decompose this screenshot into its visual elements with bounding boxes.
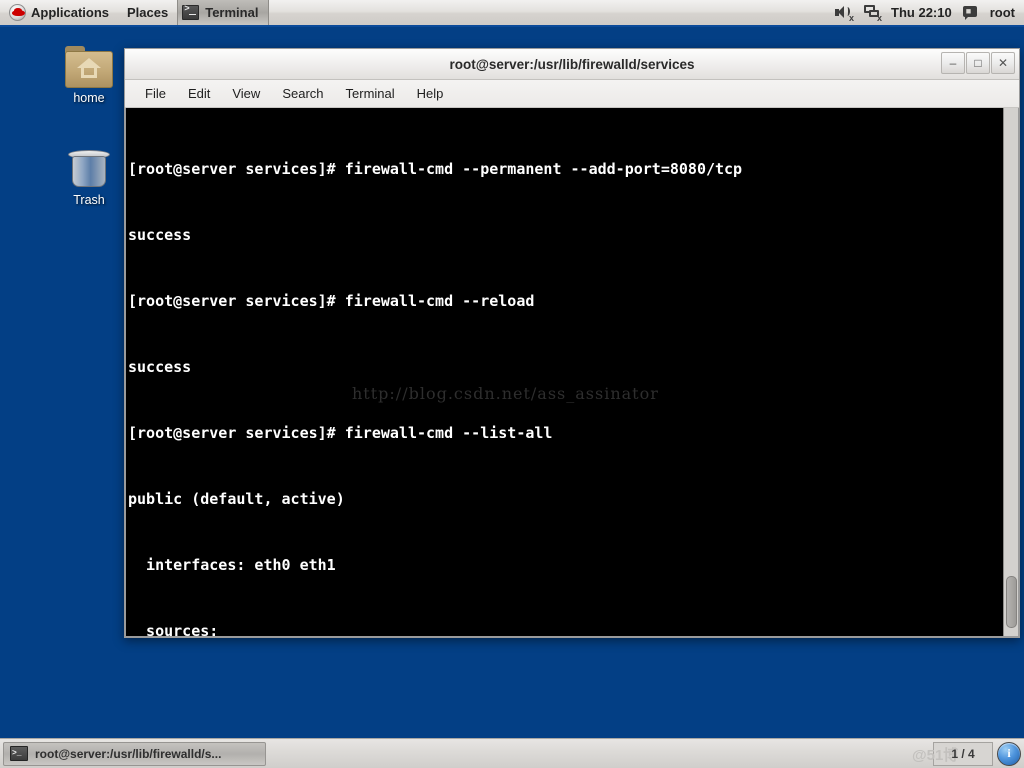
terminal-line: sources: bbox=[128, 622, 228, 637]
window-list-item-terminal[interactable]: Terminal bbox=[177, 0, 270, 25]
home-folder-icon bbox=[65, 46, 113, 88]
desktop-icon-home-label: home bbox=[73, 91, 105, 105]
applications-menu-label: Applications bbox=[31, 5, 110, 20]
terminal-window: root@server:/usr/lib/firewalld/services … bbox=[124, 48, 1020, 638]
top-panel-left: Applications Places Terminal bbox=[0, 0, 270, 25]
taskbar-item-label: root@server:/usr/lib/firewalld/s... bbox=[35, 746, 222, 761]
terminal-body[interactable]: http://blog.csdn.net/ass_assinator [root… bbox=[125, 108, 1019, 637]
desktop-icon-trash-label: Trash bbox=[73, 193, 105, 207]
close-button[interactable]: ✕ bbox=[991, 52, 1015, 74]
menu-file[interactable]: File bbox=[135, 83, 176, 104]
menu-edit[interactable]: Edit bbox=[178, 83, 220, 104]
desktop-icon-home[interactable]: home bbox=[46, 46, 132, 105]
window-title: root@server:/usr/lib/firewalld/services bbox=[449, 56, 695, 72]
speaker-muted-icon[interactable]: x bbox=[835, 4, 854, 23]
redhat-logo-icon bbox=[9, 4, 26, 21]
terminal-scrollbar[interactable] bbox=[1003, 108, 1018, 636]
applications-menu[interactable]: Applications bbox=[0, 0, 118, 25]
terminal-output[interactable]: [root@server services]# firewall-cmd --p… bbox=[126, 108, 1003, 636]
system-tray: x x Thu 22:10 ■ root bbox=[835, 4, 1024, 23]
workspace-label: 1 / 4 bbox=[951, 746, 975, 761]
terminal-line: [root@server services]# firewall-cmd --p… bbox=[128, 160, 743, 178]
menu-search[interactable]: Search bbox=[272, 83, 333, 104]
taskbar-item-terminal[interactable]: root@server:/usr/lib/firewalld/s... bbox=[3, 741, 266, 766]
menu-view[interactable]: View bbox=[222, 83, 270, 104]
desktop: Applications Places Terminal x x Thu 22:… bbox=[0, 0, 1024, 768]
menubar: File Edit View Search Terminal Help bbox=[125, 80, 1019, 108]
terminal-line: [root@server services]# firewall-cmd --l… bbox=[128, 424, 553, 442]
places-menu-label: Places bbox=[127, 5, 169, 20]
top-panel: Applications Places Terminal x x Thu 22:… bbox=[0, 0, 1024, 27]
terminal-line: interfaces: eth0 eth1 bbox=[128, 556, 336, 574]
terminal-scrollbar-thumb[interactable] bbox=[1006, 576, 1017, 628]
network-disconnected-icon[interactable]: x bbox=[863, 4, 882, 23]
clock[interactable]: Thu 22:10 bbox=[891, 5, 952, 20]
chat-user-icon[interactable]: ■ bbox=[962, 4, 980, 21]
window-controls: – □ ✕ bbox=[941, 52, 1015, 74]
terminal-line: [root@server services]# firewall-cmd --r… bbox=[128, 292, 535, 310]
workspace-switcher[interactable]: @51博 1 / 4 bbox=[912, 741, 993, 766]
maximize-button[interactable]: □ bbox=[966, 52, 990, 74]
user-menu-label[interactable]: root bbox=[990, 5, 1015, 20]
window-list-item-label: Terminal bbox=[205, 5, 259, 20]
terminal-line: success bbox=[128, 226, 192, 244]
terminal-icon bbox=[10, 746, 28, 761]
show-desktop-glyph: i bbox=[1007, 746, 1011, 760]
show-desktop-icon[interactable]: i bbox=[997, 741, 1021, 766]
trash-icon bbox=[67, 146, 111, 190]
places-menu[interactable]: Places bbox=[118, 0, 177, 25]
bottom-panel: root@server:/usr/lib/firewalld/s... @51博… bbox=[0, 738, 1024, 768]
desktop-icon-trash[interactable]: Trash bbox=[46, 146, 132, 207]
terminal-line: public (default, active) bbox=[128, 490, 345, 508]
terminal-icon bbox=[182, 4, 200, 20]
menu-terminal[interactable]: Terminal bbox=[336, 83, 405, 104]
terminal-line: success bbox=[128, 358, 192, 376]
titlebar[interactable]: root@server:/usr/lib/firewalld/services … bbox=[125, 49, 1019, 80]
minimize-button[interactable]: – bbox=[941, 52, 965, 74]
menu-help[interactable]: Help bbox=[407, 83, 454, 104]
